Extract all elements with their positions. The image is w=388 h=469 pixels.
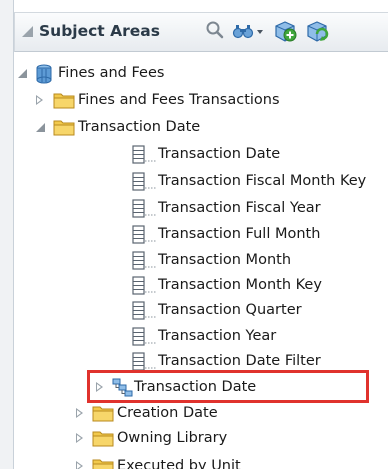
column-icon (132, 199, 157, 218)
tree-column-item[interactable]: Transaction Quarter (14, 300, 388, 320)
tree-node-label: Owning Library (117, 430, 228, 446)
column-icon (132, 225, 157, 244)
tree-folder-owning-library[interactable]: Owning Library (14, 428, 388, 448)
column-icon (132, 276, 157, 295)
tree-column-item[interactable]: Transaction Fiscal Year (14, 198, 388, 218)
column-icon (132, 301, 157, 320)
expand-arrow-icon[interactable] (76, 408, 83, 418)
expand-arrow-icon[interactable] (76, 433, 83, 443)
tree-node-label: Fines and Fees Transactions (78, 92, 280, 108)
panel-header: Subject Areas (14, 12, 388, 52)
column-icon (132, 352, 157, 371)
refresh-icon[interactable] (305, 20, 329, 44)
search-icon[interactable] (205, 20, 225, 40)
collapse-arrow-icon[interactable] (18, 69, 27, 78)
tree-folder-transaction-date[interactable]: Transaction Date (14, 117, 388, 137)
tree-node-label: Transaction Full Month (158, 226, 321, 242)
highlight-annotation-box (87, 370, 369, 403)
tree-node-label: Transaction Date (78, 119, 201, 135)
tree-node-fines-and-fees[interactable]: Fines and Fees (14, 63, 388, 84)
folder-icon (92, 431, 114, 447)
tree-node-label: Transaction Year (158, 328, 277, 344)
filter-icon[interactable] (232, 20, 266, 42)
tree-node-label: Transaction Fiscal Month Key (158, 173, 367, 189)
tree-column-item[interactable]: Transaction Date (14, 144, 388, 164)
collapse-arrow-icon[interactable] (36, 123, 45, 132)
add-subject-area-icon[interactable] (273, 20, 297, 44)
tree-folder-executed-by-unit[interactable]: Executed by Unit (14, 456, 388, 469)
column-icon (132, 251, 157, 270)
folder-icon (92, 459, 114, 469)
tree-node-label: Transaction Month (158, 252, 292, 268)
folder-icon (53, 93, 75, 109)
tree-column-item[interactable]: Transaction Year (14, 326, 388, 346)
tree-node-label: Transaction Date Filter (158, 353, 321, 369)
tree-column-item[interactable]: Transaction Date Filter (14, 351, 388, 371)
column-icon (132, 172, 157, 191)
tree-node-label: Transaction Quarter (158, 302, 302, 318)
tree-folder-fines-and-fees-transactions[interactable]: Fines and Fees Transactions (14, 90, 388, 110)
tree-node-label: Executed by Unit (117, 458, 241, 469)
tree-node-label: Creation Date (117, 405, 218, 421)
column-icon (132, 327, 157, 346)
tree-column-item[interactable]: Transaction Month (14, 250, 388, 270)
subject-areas-panel: Subject Areas Fines and Fees Fines and F… (14, 0, 388, 469)
folder-icon (92, 406, 114, 422)
tree-folder-creation-date[interactable]: Creation Date (14, 403, 388, 423)
tree-node-label: Transaction Month Key (158, 277, 322, 293)
collapse-panel-icon[interactable] (22, 26, 33, 37)
column-icon (132, 145, 157, 164)
cube-stack-icon (36, 64, 52, 84)
tree-column-item[interactable]: Transaction Full Month (14, 224, 388, 244)
left-frame-strip (0, 0, 13, 469)
tree-node-label: Fines and Fees (58, 65, 165, 81)
tree-node-label: Transaction Date (158, 146, 281, 162)
tree-column-item[interactable]: Transaction Month Key (14, 275, 388, 295)
expand-arrow-icon[interactable] (36, 95, 43, 105)
folder-icon (53, 120, 75, 136)
tree-column-item[interactable]: Transaction Fiscal Month Key (14, 171, 388, 191)
panel-title: Subject Areas (39, 22, 160, 40)
tree-node-label: Transaction Fiscal Year (158, 200, 321, 216)
expand-arrow-icon[interactable] (76, 461, 83, 469)
